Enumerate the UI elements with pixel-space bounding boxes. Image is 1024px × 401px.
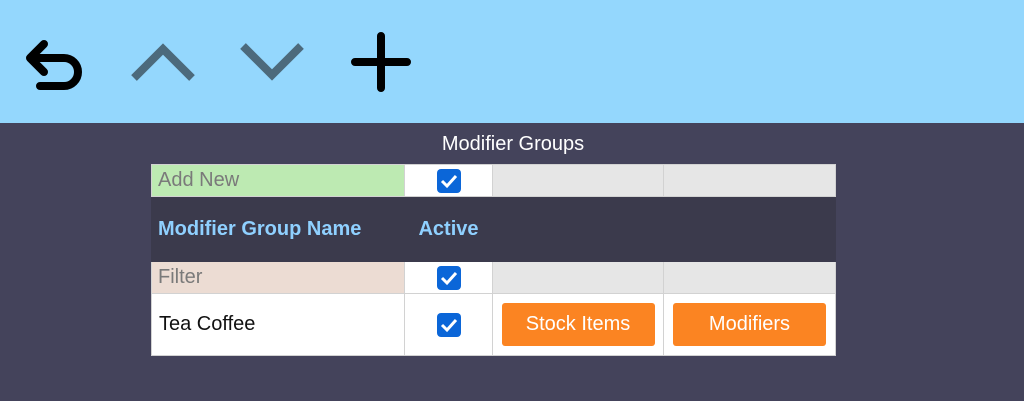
filter-empty-cell xyxy=(492,261,664,294)
undo-arrow-icon xyxy=(26,40,82,90)
toolbar xyxy=(0,0,1024,123)
plus-icon xyxy=(351,32,411,92)
filter-empty-cell xyxy=(663,261,836,294)
add-new-empty-cell xyxy=(492,164,664,197)
checkmark-icon xyxy=(440,174,457,188)
add-new-active-cell xyxy=(404,164,493,197)
filter-active-checkbox[interactable] xyxy=(436,265,461,290)
header-row: Modifier Group Name Active xyxy=(151,196,836,262)
modifier-groups-table: Add New Modifier Group Name Active Filte… xyxy=(151,164,836,356)
column-header-name[interactable]: Modifier Group Name xyxy=(151,196,405,262)
filter-active-cell xyxy=(404,261,493,294)
add-new-row: Add New xyxy=(151,164,836,197)
add-new-empty-cell xyxy=(663,164,836,197)
add-new-active-checkbox[interactable] xyxy=(436,168,461,193)
page-title: Modifier Groups xyxy=(441,133,585,155)
modifiers-button[interactable]: Modifiers xyxy=(673,303,826,346)
table-row: Tea Coffee Stock Items Modifiers xyxy=(151,293,836,356)
checkmark-icon xyxy=(440,271,457,285)
filter-field[interactable]: Filter xyxy=(151,261,405,294)
add-new-field[interactable]: Add New xyxy=(151,164,405,197)
add-button[interactable] xyxy=(350,31,412,93)
row-name: Tea Coffee xyxy=(151,293,405,356)
column-header-active[interactable]: Active xyxy=(404,196,493,262)
row-active-cell xyxy=(404,293,493,356)
chevron-down-icon xyxy=(240,43,304,81)
column-header-empty xyxy=(663,196,836,262)
checkmark-icon xyxy=(440,318,457,332)
back-button[interactable] xyxy=(22,36,86,92)
move-up-button[interactable] xyxy=(128,40,198,86)
move-down-button[interactable] xyxy=(237,38,307,84)
stock-items-button[interactable]: Stock Items xyxy=(501,303,655,346)
row-active-checkbox[interactable] xyxy=(436,312,461,337)
row-modifiers-cell: Modifiers xyxy=(663,293,836,356)
chevron-up-icon xyxy=(131,43,195,81)
column-header-empty xyxy=(492,196,664,262)
row-stock-items-cell: Stock Items xyxy=(492,293,664,356)
filter-row: Filter xyxy=(151,261,836,294)
